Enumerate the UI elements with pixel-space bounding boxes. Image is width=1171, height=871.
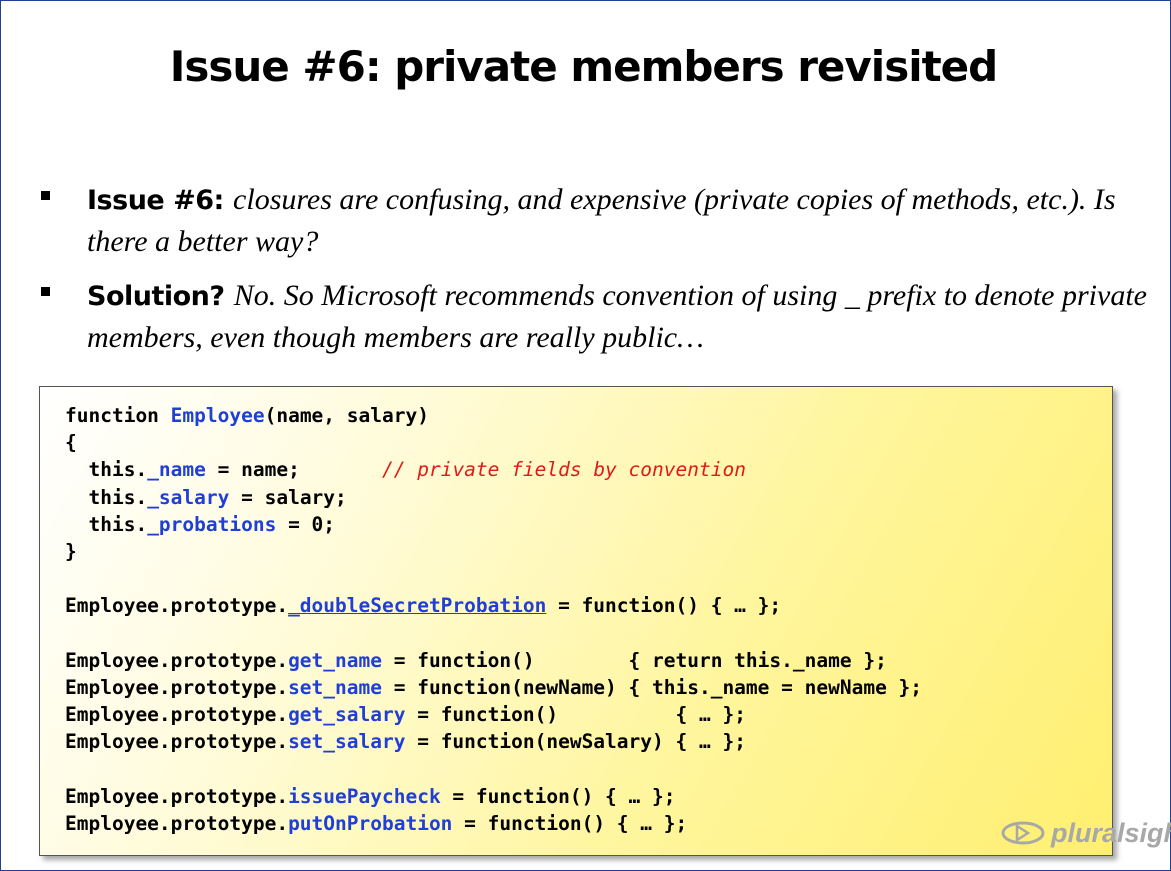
code-listing: function Employee(name, salary) { this._… [65, 402, 922, 837]
code-line: this._name = name; // private fields by … [65, 458, 746, 482]
code-line: { [65, 431, 77, 455]
code-line: this._probations = 0; [65, 512, 336, 536]
slide-frame: Issue #6: private members revisited Issu… [0, 0, 1171, 871]
code-line: Employee.prototype.putOnProbation = func… [65, 812, 688, 836]
bullet-lead: Solution? [87, 281, 225, 312]
code-line: Employee.prototype.issuePaycheck = funct… [65, 784, 676, 808]
bullet-square-icon [41, 287, 50, 296]
bullet-square-icon [41, 191, 50, 200]
code-block: function Employee(name, salary) { this._… [39, 386, 1113, 856]
code-comment: // private fields by convention [382, 458, 746, 482]
bullet-lead: Issue #6: [87, 185, 224, 216]
code-line: Employee.prototype.set_salary = function… [65, 730, 746, 754]
code-line: Employee.prototype.get_name = function()… [65, 648, 887, 672]
bullet-text: closures are confusing, and expensive (p… [87, 183, 1116, 258]
bullet-list: Issue #6: closures are confusing, and ex… [41, 179, 1151, 371]
code-line: } [65, 540, 77, 564]
code-line: function Employee(name, salary) [65, 404, 429, 427]
code-line: this._salary = salary; [65, 485, 347, 509]
bullet-text: No. So Microsoft recommends convention o… [87, 279, 1147, 354]
code-line: Employee.prototype.set_name = function(n… [65, 676, 923, 700]
bullet-item: Solution? No. So Microsoft recommends co… [41, 275, 1151, 358]
logo-text: pluralsight [1051, 817, 1171, 848]
slide-title: Issue #6: private members revisited [169, 42, 998, 91]
pluralsight-eye-icon [1001, 818, 1045, 848]
bullet-item: Issue #6: closures are confusing, and ex… [41, 179, 1151, 262]
pluralsight-logo: pluralsight [1001, 813, 1171, 853]
code-line: Employee.prototype._doubleSecretProbatio… [65, 594, 782, 618]
code-line: Employee.prototype.get_salary = function… [65, 703, 746, 727]
